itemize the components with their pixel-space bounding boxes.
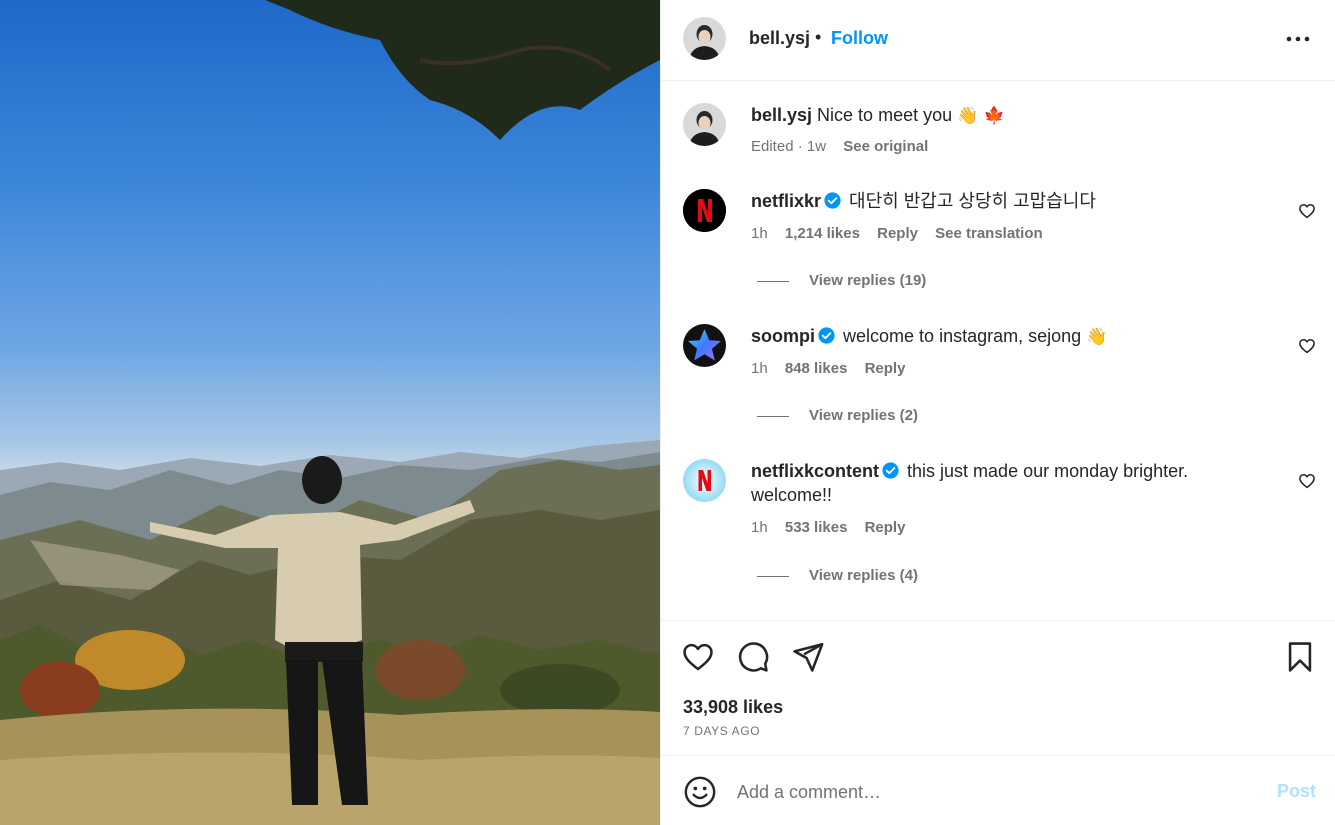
post-actions: 33,908 likes 7 DAYS AGO <box>661 620 1335 756</box>
post-likes-count[interactable]: 33,908 likes <box>683 697 783 718</box>
view-replies-button[interactable]: View replies (2) <box>757 407 918 424</box>
post-date: 7 DAYS AGO <box>683 724 761 738</box>
share-send-icon[interactable] <box>791 640 825 674</box>
author-avatar[interactable] <box>683 17 726 60</box>
verified-badge-icon <box>882 462 899 479</box>
see-original-button[interactable]: See original <box>843 138 928 155</box>
comment-username[interactable]: netflixkcontent <box>751 461 879 481</box>
save-bookmark-icon[interactable] <box>1283 640 1317 674</box>
see-translation-button[interactable]: See translation <box>935 225 1043 242</box>
comment-input[interactable] <box>737 774 1257 810</box>
post-comment-button[interactable]: Post <box>1277 781 1316 802</box>
comment-username[interactable]: netflixkr <box>751 191 821 211</box>
emoji-picker-icon[interactable] <box>683 775 717 809</box>
star-logo-icon[interactable] <box>683 324 726 367</box>
netflix-logo-icon[interactable] <box>683 459 726 502</box>
reply-button[interactable]: Reply <box>877 225 918 242</box>
caption-username[interactable]: bell.ysj <box>751 105 812 125</box>
post-header: bell.ysj • Follow <box>661 0 1335 81</box>
replies-divider <box>757 415 789 417</box>
post-photo[interactable] <box>0 0 660 825</box>
like-comment-heart-icon[interactable] <box>1298 472 1316 490</box>
like-heart-icon[interactable] <box>681 640 715 674</box>
replies-divider <box>757 280 789 282</box>
comment-emoji: 👋 <box>1086 327 1108 347</box>
view-replies-button[interactable]: View replies (4) <box>757 567 918 584</box>
comment-likes[interactable]: 1,214 likes <box>785 225 860 242</box>
caption-edited: Edited · 1w <box>751 138 827 155</box>
comment-time: 1h <box>751 519 768 536</box>
header-separator: • <box>815 27 822 47</box>
comment-bubble-icon[interactable] <box>736 640 770 674</box>
like-comment-heart-icon[interactable] <box>1298 202 1316 220</box>
comment-likes[interactable]: 848 likes <box>785 360 848 377</box>
view-replies-label: View replies (19) <box>809 272 927 289</box>
comment-text: 대단히 반갑고 상당히 고맙습니다 <box>849 191 1096 211</box>
author-username[interactable]: bell.ysj <box>749 28 810 49</box>
like-comment-heart-icon[interactable] <box>1298 337 1316 355</box>
reply-button[interactable]: Reply <box>865 519 906 536</box>
post-detail-panel: bell.ysj • Follow bell.ysj Nice to meet … <box>660 0 1335 825</box>
reply-button[interactable]: Reply <box>865 360 906 377</box>
comments-list[interactable]: bell.ysj Nice to meet you 👋 🍁 Edited · 1… <box>661 81 1335 620</box>
caption-emojis: 👋 🍁 <box>957 106 1005 126</box>
caption-avatar[interactable] <box>683 103 726 146</box>
verified-badge-icon <box>818 327 835 344</box>
comment-time: 1h <box>751 360 768 377</box>
verified-badge-icon <box>824 192 841 209</box>
view-replies-button[interactable]: View replies (19) <box>757 272 926 289</box>
comment-likes[interactable]: 533 likes <box>785 519 848 536</box>
netflix-logo-icon[interactable] <box>683 189 726 232</box>
caption-text: Nice to meet you <box>817 105 953 125</box>
landscape-photo <box>0 0 660 825</box>
view-replies-label: View replies (2) <box>809 407 918 424</box>
replies-divider <box>757 575 789 577</box>
view-replies-label: View replies (4) <box>809 567 918 584</box>
more-options-icon[interactable] <box>1285 30 1311 48</box>
follow-button[interactable]: Follow <box>831 28 888 49</box>
comment-text: welcome to instagram, sejong <box>843 326 1082 346</box>
comment-time: 1h <box>751 225 768 242</box>
comment-username[interactable]: soompi <box>751 326 815 346</box>
add-comment-bar: Post <box>661 756 1335 825</box>
